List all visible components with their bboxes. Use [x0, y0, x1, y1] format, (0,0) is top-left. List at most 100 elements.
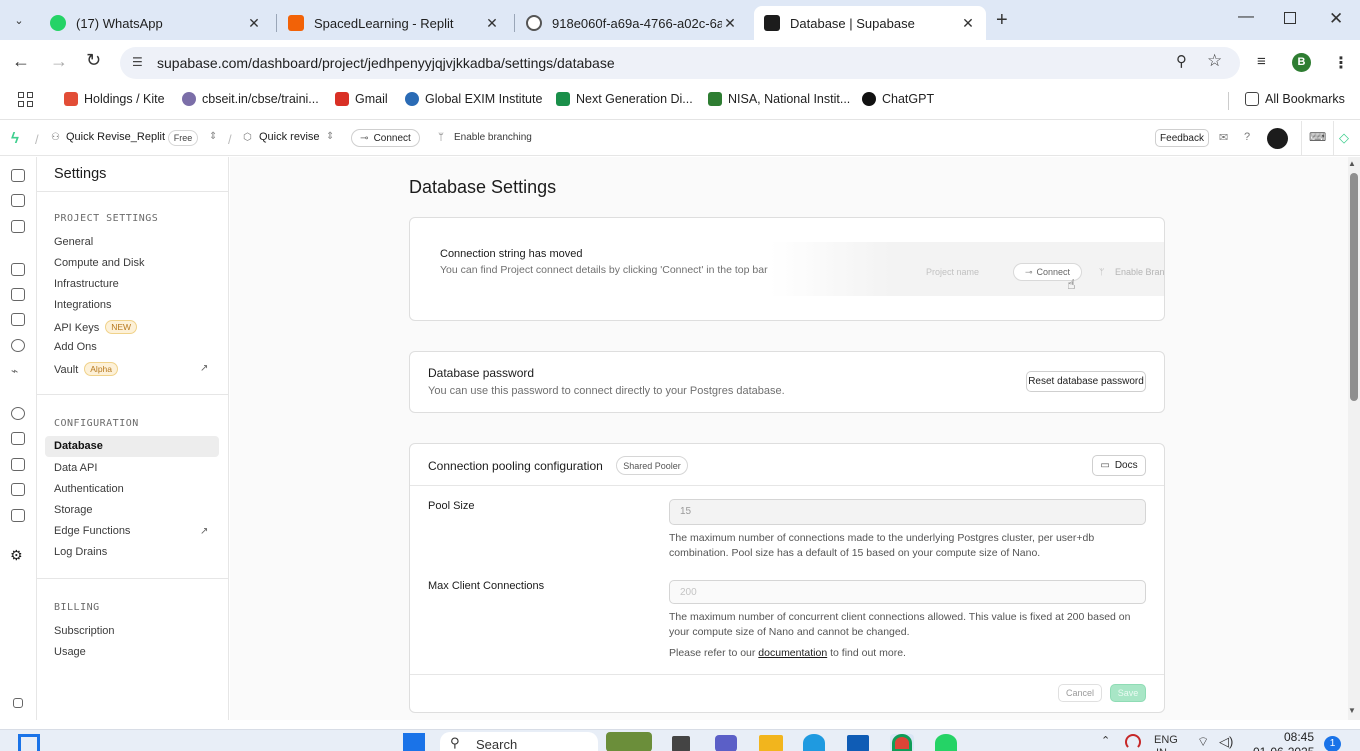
windows-start-icon[interactable]: [403, 733, 425, 751]
sidebar-item-api-keys[interactable]: API Keys NEW: [54, 320, 138, 334]
language-indicator[interactable]: ENG: [1154, 734, 1178, 746]
reports-icon[interactable]: [11, 432, 25, 445]
sidebar-item-add-ons[interactable]: Add Ons: [54, 341, 97, 353]
back-icon[interactable]: ←: [12, 51, 30, 72]
bookmark-exim[interactable]: Global EXIM Institute: [405, 92, 542, 106]
zoom-icon[interactable]: ⚲: [1176, 52, 1187, 70]
bookmark-kite[interactable]: Holdings / Kite: [64, 92, 165, 106]
database-icon[interactable]: [11, 263, 25, 276]
project-switcher-icon[interactable]: ⇕: [326, 131, 334, 142]
notification-badge[interactable]: 1: [1324, 736, 1341, 751]
integrations-icon[interactable]: [11, 509, 25, 522]
bookmark-cbseit[interactable]: cbseit.in/cbse/traini...: [182, 92, 319, 106]
chrome-taskbar-button[interactable]: [890, 734, 914, 751]
bookmark-nisa[interactable]: NISA, National Instit...: [708, 92, 850, 106]
sidebar-item-general[interactable]: General: [54, 236, 93, 248]
language-region[interactable]: IN: [1156, 747, 1167, 751]
reload-icon[interactable]: ↻: [86, 50, 101, 71]
home-icon[interactable]: [11, 169, 25, 182]
tab-uuid[interactable]: 918e060f-a69a-4766-a02c-6a6f ✕: [516, 6, 748, 40]
widgets-icon[interactable]: [18, 734, 40, 751]
bookmark-gmail[interactable]: Gmail: [335, 92, 388, 106]
collapse-icon[interactable]: [13, 698, 23, 708]
supabase-logo-icon[interactable]: ϟ: [11, 130, 19, 147]
enable-branching[interactable]: Enable branching: [454, 132, 532, 143]
inbox-icon[interactable]: ✉: [1219, 131, 1228, 144]
docs-button[interactable]: ▭ Docs: [1092, 455, 1146, 476]
close-icon[interactable]: ✕: [960, 15, 976, 32]
documentation-link[interactable]: documentation: [758, 647, 827, 659]
org-switcher-icon[interactable]: ⇕: [209, 131, 217, 142]
sql-editor-icon[interactable]: [11, 220, 25, 233]
user-avatar[interactable]: [1267, 128, 1288, 149]
sidebar-item-subscription[interactable]: Subscription: [54, 625, 115, 637]
sidebar-item-integrations[interactable]: Integrations: [54, 299, 111, 311]
table-editor-icon[interactable]: [11, 194, 25, 207]
sidebar-item-authentication[interactable]: Authentication: [54, 483, 124, 495]
storage-icon[interactable]: [11, 313, 25, 326]
all-bookmarks[interactable]: All Bookmarks: [1245, 92, 1345, 106]
scroll-up-icon[interactable]: ▲: [1348, 159, 1356, 168]
bookmark-nextgen[interactable]: Next Generation Di...: [556, 92, 693, 106]
profile-avatar[interactable]: B: [1292, 53, 1311, 72]
tray-expand-icon[interactable]: ⌃: [1101, 734, 1110, 747]
terminal-icon[interactable]: ⌨: [1309, 130, 1326, 144]
tab-replit[interactable]: SpacedLearning - Replit ✕: [278, 6, 510, 40]
apps-grid-icon[interactable]: [18, 92, 33, 107]
auth-icon[interactable]: [11, 288, 25, 301]
sidebar-item-database[interactable]: Database: [45, 436, 219, 457]
bookmark-star-icon[interactable]: ☆: [1207, 51, 1222, 71]
tab-whatsapp[interactable]: (17) WhatsApp ✕: [40, 6, 272, 40]
tab-supabase[interactable]: Database | Supabase ✕: [754, 6, 986, 40]
save-button[interactable]: Save: [1110, 684, 1146, 702]
cancel-button[interactable]: Cancel: [1058, 684, 1102, 702]
logs-icon[interactable]: [11, 458, 25, 471]
media-control-icon[interactable]: ≡: [1257, 53, 1266, 70]
whatsapp-taskbar-icon[interactable]: [935, 734, 957, 751]
connect-button[interactable]: ⊸ Connect: [351, 129, 420, 147]
menu-kebab-icon[interactable]: ⋮: [1333, 53, 1349, 73]
advisors-icon[interactable]: [11, 407, 25, 420]
close-icon[interactable]: ✕: [246, 15, 262, 32]
file-explorer-icon[interactable]: [759, 735, 783, 751]
reset-password-button[interactable]: Reset database password: [1026, 371, 1146, 392]
max-client-input[interactable]: 200: [669, 580, 1146, 604]
update-icon[interactable]: [1125, 734, 1141, 750]
clock-date[interactable]: 01-06-2025: [1253, 745, 1314, 751]
volume-icon[interactable]: ◁): [1219, 734, 1233, 750]
settings-gear-icon[interactable]: ⚙: [10, 547, 24, 563]
api-docs-icon[interactable]: [11, 483, 25, 496]
new-tab-icon[interactable]: +: [996, 9, 1008, 32]
maximize-icon[interactable]: [1284, 12, 1296, 24]
close-window-icon[interactable]: ✕: [1329, 9, 1343, 29]
teams-icon[interactable]: [715, 735, 737, 751]
taskbar-search[interactable]: ⚲ Search: [440, 732, 598, 751]
sidebar-item-infrastructure[interactable]: Infrastructure: [54, 278, 119, 290]
sidebar-item-vault[interactable]: Vault Alpha: [54, 362, 119, 376]
assistant-icon[interactable]: ◇: [1339, 130, 1349, 146]
minimize-icon[interactable]: —: [1238, 8, 1254, 26]
sidebar-item-storage[interactable]: Storage: [54, 504, 93, 516]
clock-time[interactable]: 08:45: [1284, 730, 1314, 744]
sidebar-item-data-api[interactable]: Data API: [54, 462, 97, 474]
store-icon[interactable]: [847, 735, 869, 751]
project-name[interactable]: Quick revise: [259, 131, 320, 143]
feedback-button[interactable]: Feedback: [1155, 129, 1209, 147]
forward-icon[interactable]: →: [50, 51, 68, 72]
site-info-icon[interactable]: ☰: [132, 55, 143, 69]
tab-search-icon[interactable]: ⌄: [10, 12, 28, 30]
scroll-down-icon[interactable]: ▼: [1348, 706, 1356, 715]
realtime-icon[interactable]: [11, 339, 25, 352]
pool-size-input[interactable]: 15: [669, 499, 1146, 525]
bookmark-chatgpt[interactable]: ChatGPT: [862, 92, 934, 106]
sidebar-item-edge-functions[interactable]: Edge Functions: [54, 525, 130, 537]
edge-icon[interactable]: [803, 734, 825, 751]
close-icon[interactable]: ✕: [484, 15, 500, 32]
sidebar-item-log-drains[interactable]: Log Drains: [54, 546, 107, 558]
close-icon[interactable]: ✕: [722, 15, 738, 32]
scrollbar-thumb[interactable]: [1350, 173, 1358, 401]
task-view-icon[interactable]: [672, 736, 690, 751]
help-icon[interactable]: ?: [1244, 131, 1250, 143]
edge-functions-icon[interactable]: ⌁: [11, 364, 25, 378]
wifi-icon[interactable]: ⌔: [1197, 734, 1209, 750]
